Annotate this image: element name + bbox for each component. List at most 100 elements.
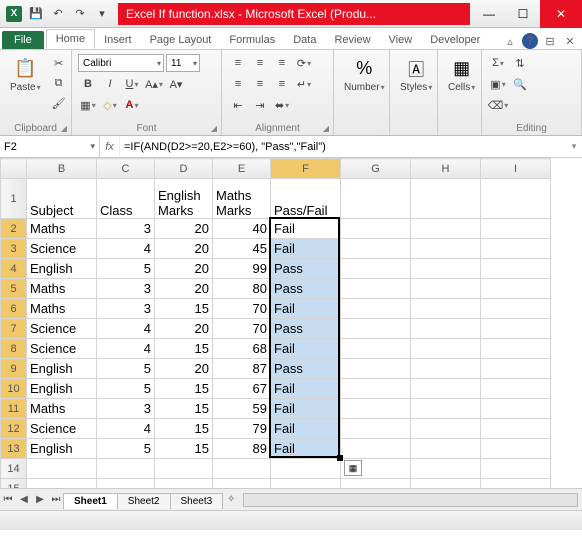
bold-button[interactable]: B	[78, 75, 98, 93]
cell[interactable]: Pass	[271, 319, 341, 339]
clear-icon[interactable]: ⌫	[488, 96, 508, 114]
cell[interactable]: 3	[97, 399, 155, 419]
align-center-icon[interactable]: ≡	[250, 75, 270, 93]
cell[interactable]: 68	[213, 339, 271, 359]
cell[interactable]	[481, 219, 551, 239]
cell[interactable]	[481, 399, 551, 419]
cell[interactable]: 3	[97, 279, 155, 299]
cell[interactable]: 4	[97, 239, 155, 259]
cell[interactable]	[411, 459, 481, 479]
cell[interactable]: 45	[213, 239, 271, 259]
cell[interactable]	[411, 299, 481, 319]
cell[interactable]: Science	[27, 239, 97, 259]
cell[interactable]: 15	[155, 299, 213, 319]
cell[interactable]	[411, 379, 481, 399]
cell[interactable]: Maths	[27, 299, 97, 319]
col-header-F[interactable]: F	[271, 159, 341, 179]
cell[interactable]: English	[27, 379, 97, 399]
cell[interactable]: 20	[155, 219, 213, 239]
cut-icon[interactable]: ✂	[49, 54, 69, 72]
cell[interactable]: Maths	[27, 279, 97, 299]
col-header-B[interactable]: B	[27, 159, 97, 179]
cell[interactable]	[481, 299, 551, 319]
cell[interactable]	[341, 439, 411, 459]
tab-home[interactable]: Home	[46, 29, 95, 49]
select-all-corner[interactable]	[1, 159, 27, 179]
cell[interactable]	[341, 299, 411, 319]
cell[interactable]	[411, 319, 481, 339]
save-icon[interactable]: 💾	[26, 4, 46, 24]
cell[interactable]	[341, 179, 411, 219]
cell[interactable]: Pass	[271, 259, 341, 279]
cell[interactable]	[341, 379, 411, 399]
cell[interactable]	[481, 439, 551, 459]
cell[interactable]: Fail	[271, 299, 341, 319]
cell[interactable]: Fail	[271, 379, 341, 399]
cell[interactable]	[341, 319, 411, 339]
copy-icon[interactable]: ⧉	[49, 74, 69, 92]
cell[interactable]: English	[27, 439, 97, 459]
col-header-E[interactable]: E	[213, 159, 271, 179]
merge-center-icon[interactable]: ⬌	[272, 96, 292, 114]
close-button[interactable]: ✕	[540, 0, 582, 28]
cell[interactable]: 5	[97, 259, 155, 279]
cell[interactable]	[27, 479, 97, 489]
cell[interactable]: 5	[97, 379, 155, 399]
row-header[interactable]: 8	[1, 339, 27, 359]
row-header[interactable]: 13	[1, 439, 27, 459]
cell[interactable]: Fail	[271, 399, 341, 419]
sort-filter-icon[interactable]: ⇅	[510, 54, 530, 72]
cell[interactable]: 70	[213, 299, 271, 319]
cell[interactable]	[411, 219, 481, 239]
cell[interactable]	[27, 459, 97, 479]
name-box[interactable]: F2	[0, 136, 100, 157]
fx-icon[interactable]: fx	[100, 136, 120, 157]
tab-insert[interactable]: Insert	[95, 31, 141, 49]
cell[interactable]	[481, 419, 551, 439]
shrink-font-button[interactable]: A▾	[166, 75, 186, 93]
cell[interactable]	[481, 479, 551, 489]
font-name-combo[interactable]: Calibri	[78, 54, 164, 72]
cell[interactable]: Pass/Fail	[271, 179, 341, 219]
cell[interactable]	[481, 279, 551, 299]
cell[interactable]: 4	[97, 419, 155, 439]
align-right-icon[interactable]: ≡	[272, 75, 292, 93]
excel-icon[interactable]: X	[4, 4, 24, 24]
last-sheet-icon[interactable]: ⏭	[48, 492, 64, 508]
close-workbook-icon[interactable]: ✕	[562, 33, 578, 49]
undo-icon[interactable]: ↶	[48, 4, 68, 24]
col-header-C[interactable]: C	[97, 159, 155, 179]
styles-button[interactable]: 🄰Styles	[396, 54, 436, 95]
cell[interactable]: 67	[213, 379, 271, 399]
format-painter-icon[interactable]: 🖌	[49, 94, 69, 112]
cell[interactable]: 4	[97, 319, 155, 339]
cell[interactable]	[411, 439, 481, 459]
cell[interactable]: Science	[27, 419, 97, 439]
cell[interactable]: Science	[27, 319, 97, 339]
cell[interactable]	[341, 339, 411, 359]
col-header-G[interactable]: G	[341, 159, 411, 179]
tab-page-layout[interactable]: Page Layout	[141, 31, 221, 49]
orientation-icon[interactable]: ⟳	[294, 54, 314, 72]
row-header[interactable]: 14	[1, 459, 27, 479]
cell[interactable]	[97, 459, 155, 479]
cell[interactable]: Fail	[271, 339, 341, 359]
cell[interactable]	[341, 239, 411, 259]
italic-button[interactable]: I	[100, 75, 120, 93]
cell[interactable]	[155, 479, 213, 489]
cell[interactable]: Fail	[271, 239, 341, 259]
autosum-icon[interactable]: Σ	[488, 54, 508, 72]
cell[interactable]: 89	[213, 439, 271, 459]
sheet-tab[interactable]: Sheet1	[63, 493, 118, 509]
cell[interactable]: 87	[213, 359, 271, 379]
cell[interactable]: Pass	[271, 279, 341, 299]
maximize-button[interactable]: ☐	[506, 0, 540, 28]
tab-file[interactable]: File	[2, 31, 44, 49]
underline-button[interactable]: U	[122, 75, 142, 93]
cell[interactable]	[411, 279, 481, 299]
tab-review[interactable]: Review	[325, 31, 379, 49]
align-top-icon[interactable]: ≡	[228, 54, 248, 72]
cell[interactable]: 5	[97, 439, 155, 459]
cell[interactable]: Fail	[271, 419, 341, 439]
qat-custom-icon[interactable]: ▾	[92, 4, 112, 24]
